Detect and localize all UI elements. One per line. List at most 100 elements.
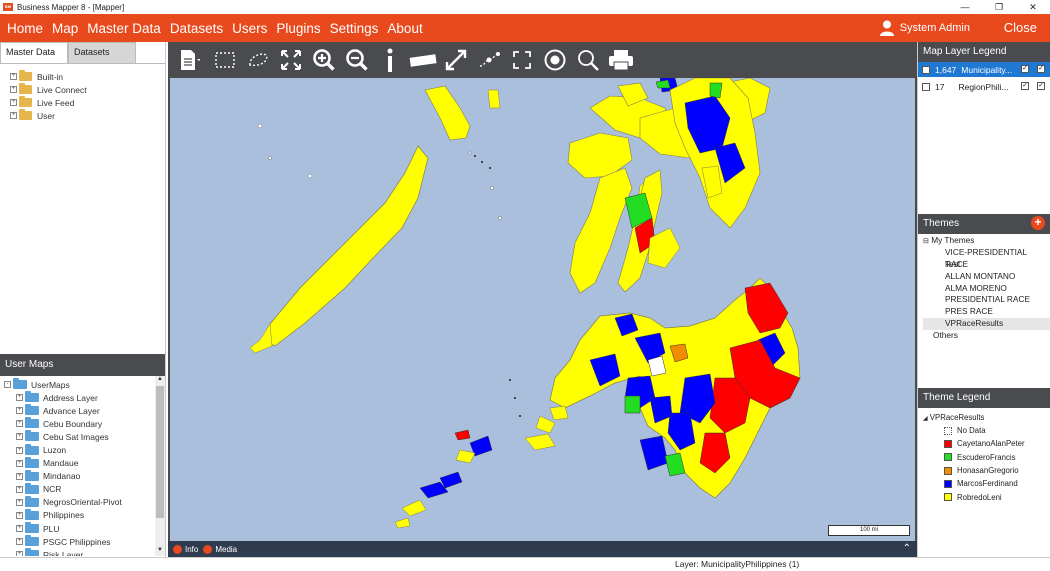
expand-icon[interactable]: + [16,511,23,519]
tree-item-user-map[interactable]: + Advance Layer [4,404,155,417]
tree-item-user-map[interactable]: + Risk Layer [4,548,155,556]
close-window-icon[interactable]: ✕ [1016,0,1050,14]
zoom-extent-icon[interactable] [274,45,307,75]
print-icon[interactable] [604,45,637,75]
expand-icon[interactable]: + [16,485,23,493]
tab-datasets[interactable]: Datasets [68,42,136,63]
tree-item-user-map[interactable]: + PLU [4,522,155,535]
layer-visibility-checkbox[interactable] [922,82,930,91]
folder-icon [25,482,39,494]
expand-icon[interactable]: + [16,446,23,454]
rectangle-select-icon[interactable] [208,45,241,75]
search-icon[interactable] [571,45,604,75]
add-theme-icon[interactable]: + [1031,216,1045,230]
lasso-select-icon[interactable] [241,45,274,75]
theme-item[interactable]: PRES RACE [923,306,1050,318]
expand-icon[interactable]: + [16,394,23,402]
info-tab[interactable]: Info [173,544,198,554]
menu-users[interactable]: Users [232,21,267,36]
collapse-icon[interactable]: - [4,381,11,389]
layer-row-municipality[interactable]: 1,647 Municipality... ✓ ✓ [918,62,1050,77]
layer-option-checkbox[interactable]: ✓ [1021,65,1029,73]
expand-arrows-icon[interactable] [439,45,472,75]
layer-option-checkbox[interactable]: ✓ [1021,82,1029,90]
expand-icon[interactable]: + [16,420,23,428]
tree-item-user-map[interactable]: + NCR [4,482,155,496]
tree-item-built-in[interactable]: + Built-in [10,70,165,83]
theme-item[interactable]: PRESIDENTIAL RACE [923,294,1050,306]
tree-item-user-map[interactable]: + Address Layer [4,391,155,404]
restore-icon[interactable]: ❐ [982,0,1016,14]
route-icon[interactable] [472,45,505,75]
theme-item[interactable]: VICE-PRESIDENTIAL RACE [923,247,1050,269]
tree-item-usermaps-root[interactable]: - UserMaps [4,378,155,391]
expand-icon[interactable]: + [10,99,17,106]
tree-item-live-connect[interactable]: + Live Connect [10,83,165,96]
layer-label-checkbox[interactable]: ✓ [1037,82,1045,90]
close-button[interactable]: Close [1004,14,1037,42]
menu-datasets[interactable]: Datasets [170,21,223,36]
tree-label: UserMaps [31,379,70,390]
layer-row-region[interactable]: 17 RegionPhili... ✓ ✓ [918,79,1050,94]
tree-item-live-feed[interactable]: + Live Feed [10,96,165,109]
scroll-thumb[interactable] [156,386,164,518]
new-document-icon[interactable] [168,45,208,75]
tree-item-user-map[interactable]: + NegrosOriental-Pivot [4,495,155,509]
user-maps-list: + Address Layer + Advance Layer + Cebu Bounda… [4,391,155,556]
minimize-icon[interactable]: — [948,0,982,14]
map-canvas[interactable]: 100 mi [170,78,915,541]
fullscreen-icon[interactable] [505,45,538,75]
tree-item-user-map[interactable]: + Luzon [4,443,155,456]
menu-home[interactable]: Home [7,21,43,36]
expand-icon[interactable]: + [16,498,23,506]
user-maps-scrollbar[interactable]: ▲ ▼ [155,376,165,556]
tree-item-user-map[interactable]: + Mandaue [4,456,155,470]
media-tab[interactable]: Media [203,544,237,554]
map-footer: Info Media ⌃ [168,541,917,557]
theme-legend-list: No Data CayetanoAlanPeter EscuderoFrancis H… [918,424,1050,504]
expand-icon[interactable]: + [16,459,23,467]
menu-about[interactable]: About [387,21,422,36]
layer-visibility-checkbox[interactable] [922,65,930,74]
tree-item-user-map[interactable]: + Cebu Sat Images [4,430,155,443]
expand-icon[interactable]: + [16,433,23,441]
menu-master-data[interactable]: Master Data [87,21,161,36]
themes-root[interactable]: ⊟ My Themes [923,235,1050,247]
scroll-up-icon[interactable]: ▲ [155,376,165,385]
theme-item[interactable]: ALLAN MONTANO [923,271,1050,283]
expand-icon[interactable]: + [16,525,23,533]
zoom-out-icon[interactable] [340,45,373,75]
layer-label-checkbox[interactable]: ✓ [1037,65,1045,73]
measure-ruler-icon[interactable] [406,45,439,75]
expand-icon[interactable]: + [16,407,23,415]
theme-item[interactable]: ALMA MORENO [923,283,1050,295]
themes-others[interactable]: Others [923,330,1050,342]
expand-icon[interactable]: + [16,472,23,480]
zoom-in-icon[interactable] [307,45,340,75]
theme-legend-root[interactable]: ◢ VPRaceResults [918,411,1050,424]
theme-item[interactable]: VPRaceResults [923,318,1050,331]
expand-icon[interactable]: + [16,551,23,556]
menu-settings[interactable]: Settings [330,21,379,36]
tree-item-user-map[interactable]: + Philippines [4,508,155,522]
tree-item-user[interactable]: + User [10,109,165,122]
tree-label: Live Feed [37,97,75,108]
tab-master-data[interactable]: Master Data [0,42,68,63]
tree-item-user-map[interactable]: + Cebu Boundary [4,417,155,430]
user-menu[interactable]: System Admin [879,14,970,42]
tree-item-user-map[interactable]: + Mindanao [4,469,155,483]
philippines-choropleth-map[interactable] [170,78,915,541]
expand-icon[interactable]: + [16,538,23,546]
target-icon[interactable] [538,45,571,75]
tree-item-user-map[interactable]: + PSGC Philippines [4,535,155,548]
folder-icon [25,456,39,468]
expand-icon[interactable]: + [10,86,17,93]
scroll-down-icon[interactable]: ▼ [155,547,165,556]
menu-plugins[interactable]: Plugins [276,21,320,36]
info-icon[interactable] [373,45,406,75]
theme-item[interactable]: Test [923,259,1050,271]
expand-icon[interactable]: + [10,73,17,80]
expand-icon[interactable]: + [10,112,17,119]
menu-map[interactable]: Map [52,21,78,36]
chevron-up-icon[interactable]: ⌃ [903,543,911,554]
